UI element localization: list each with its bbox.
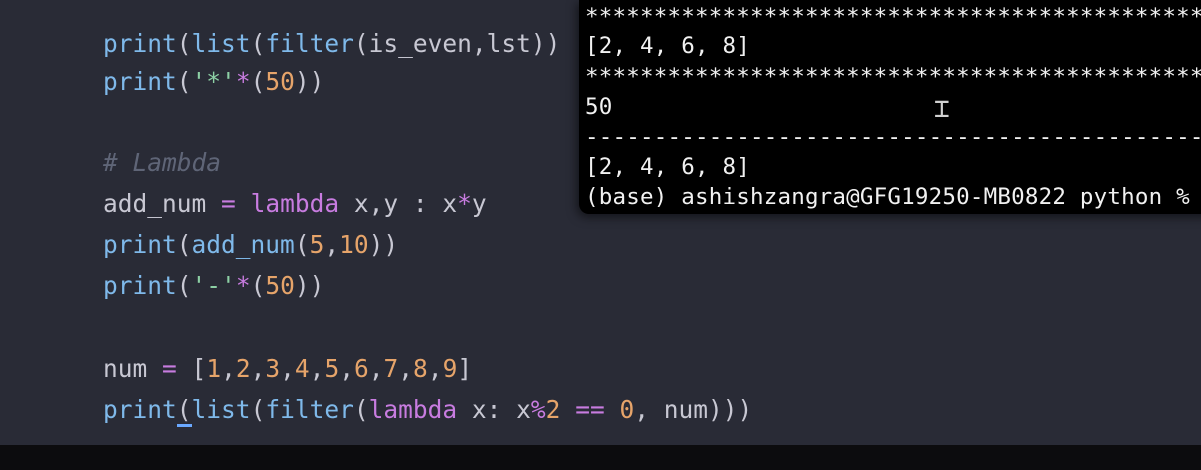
terminal-output-line: [2, 4, 6, 8] xyxy=(585,33,750,59)
code-token: x: x xyxy=(457,395,531,424)
code-token: ( xyxy=(353,29,369,58)
code-token: list xyxy=(191,395,251,424)
bracket-match-highlight: ( xyxy=(176,395,192,427)
code-token: 2 xyxy=(545,395,561,424)
code-token: '-' xyxy=(191,271,236,300)
code-token: y xyxy=(471,189,487,218)
code-token: filter xyxy=(265,395,354,424)
text-cursor-icon: ⌶ xyxy=(934,94,950,124)
code-token: * xyxy=(235,271,251,300)
code-token: is_even,lst xyxy=(368,29,531,58)
code-token: ( xyxy=(250,271,266,300)
code-token: 50 xyxy=(265,67,295,96)
code-token: )) xyxy=(368,230,399,259)
code-token: ( xyxy=(250,395,266,424)
code-token: print xyxy=(103,395,177,424)
code-token: lambda xyxy=(368,395,458,424)
terminal-output-line: ----------------------------------------… xyxy=(585,124,1201,150)
code-token: ( xyxy=(176,67,192,96)
terminal-output-line: ****************************************… xyxy=(585,64,1201,90)
code-token: 0 xyxy=(619,395,635,424)
code-token: == xyxy=(575,395,605,424)
code-token: % xyxy=(530,395,546,424)
code-token: )) xyxy=(294,271,325,300)
code-token: 10 xyxy=(339,230,369,259)
terminal-output-line: [2, 4, 6, 8] xyxy=(585,154,750,180)
code-token: , num))) xyxy=(634,395,753,424)
code-token: * xyxy=(235,67,251,96)
code-token: ( xyxy=(250,67,266,96)
code-token: ( xyxy=(176,271,192,300)
code-token: ( xyxy=(353,395,369,424)
code-token: )) xyxy=(294,67,325,96)
bottom-bar xyxy=(0,445,1201,470)
code-token: print xyxy=(103,67,177,96)
code-token: * xyxy=(457,189,472,218)
code-token: print xyxy=(103,271,177,300)
terminal-window[interactable]: ****************************************… xyxy=(579,0,1201,214)
terminal-prompt[interactable]: (base) ashishzangra@GFG19250-MB0822 pyth… xyxy=(585,182,1190,212)
code-token: 50 xyxy=(265,271,295,300)
terminal-output-line: ****************************************… xyxy=(585,4,1201,30)
terminal-output-line: 50 xyxy=(585,94,613,120)
code-line[interactable]: print(list(filter(lambda x: x%2 == 0, nu… xyxy=(44,350,752,445)
code-token: '*' xyxy=(191,67,236,96)
code-token: )) xyxy=(530,29,561,58)
code-token: , xyxy=(324,230,340,259)
